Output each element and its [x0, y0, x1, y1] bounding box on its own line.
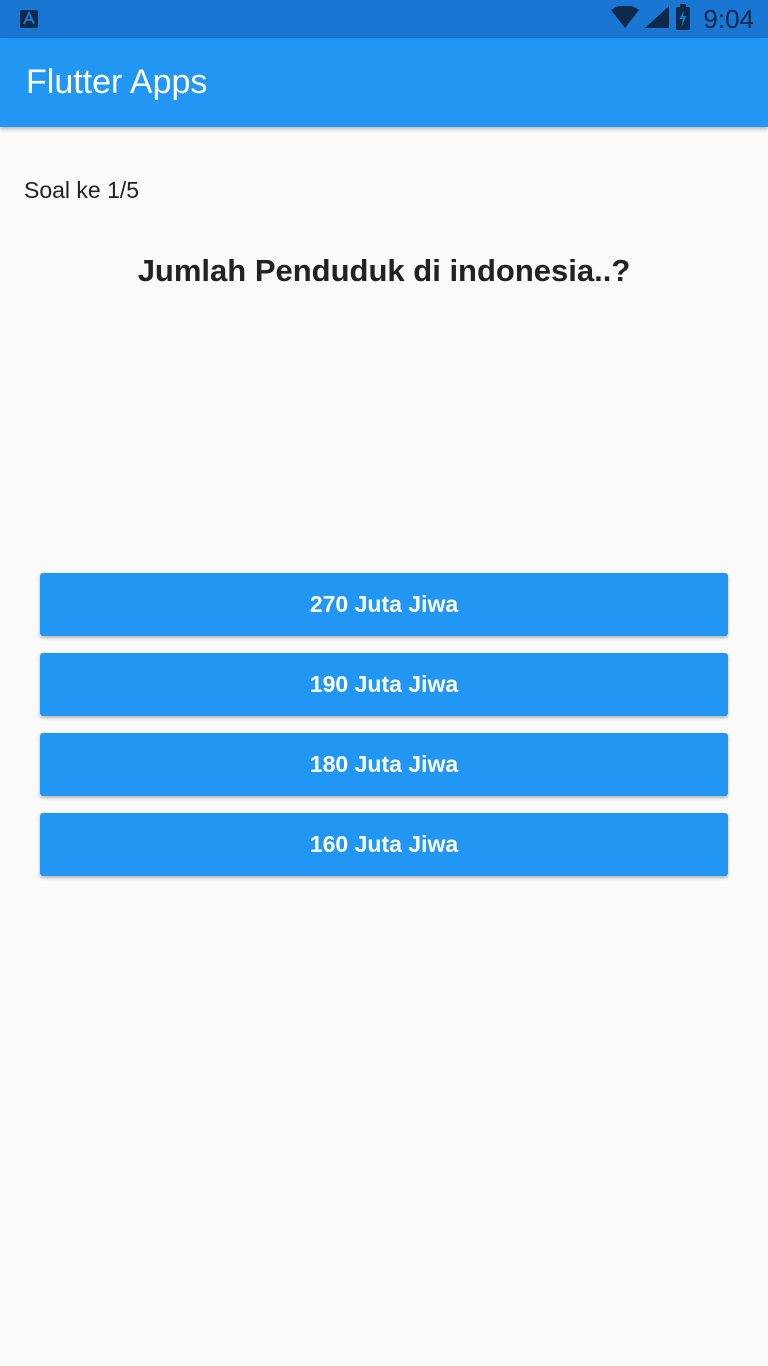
status-icons: 9:04 [611, 0, 754, 38]
signal-icon [645, 5, 670, 33]
answer-button-2[interactable]: 190 Juta Jiwa [40, 653, 728, 716]
app-title: Flutter Apps [26, 63, 208, 101]
status-bar: 9:04 [0, 0, 768, 38]
a-notification-icon [20, 10, 38, 28]
question-text: Jumlah Penduduk di indonesia..? [137, 253, 631, 288]
status-time: 9:04 [703, 4, 754, 34]
wifi-icon [611, 4, 640, 33]
question-counter: Soal ke 1/5 [24, 177, 140, 203]
app-bar: Flutter Apps [0, 38, 768, 127]
answer-button-1[interactable]: 270 Juta Jiwa [40, 573, 728, 636]
answer-list: 270 Juta Jiwa 190 Juta Jiwa 180 Juta Jiw… [40, 573, 728, 893]
answer-button-3[interactable]: 180 Juta Jiwa [40, 733, 728, 796]
answer-button-4[interactable]: 160 Juta Jiwa [40, 813, 728, 876]
battery-icon [675, 3, 691, 35]
